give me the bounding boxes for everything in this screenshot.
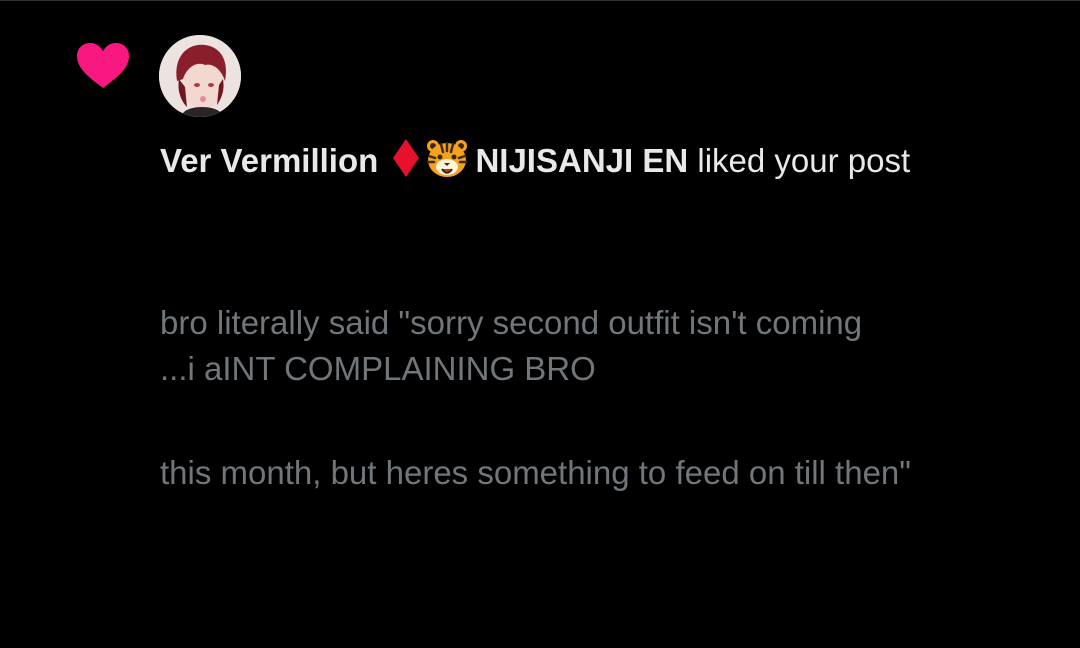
action-text: liked your post <box>697 142 911 179</box>
notification-headline: Ver Vermillion NIJISANJI EN liked your p… <box>160 138 1060 182</box>
user-name[interactable]: Ver Vermillion <box>160 142 378 179</box>
heart-icon <box>76 42 130 90</box>
like-notification[interactable]: Ver Vermillion NIJISANJI EN liked your p… <box>0 0 1080 491</box>
user-org[interactable]: NIJISANJI EN <box>475 142 688 179</box>
post-line: ...i aINT COMPLAINING BRO <box>160 350 596 387</box>
post-line: bro literally said "sorry second outfit … <box>160 304 863 341</box>
avatar[interactable] <box>159 35 241 117</box>
post-line: this month, but heres something to feed … <box>160 454 911 491</box>
tiger-face-icon <box>425 138 469 178</box>
post-preview[interactable]: bro literally said "sorry second outfit … <box>160 198 1060 648</box>
red-diamond-icon <box>391 138 421 178</box>
